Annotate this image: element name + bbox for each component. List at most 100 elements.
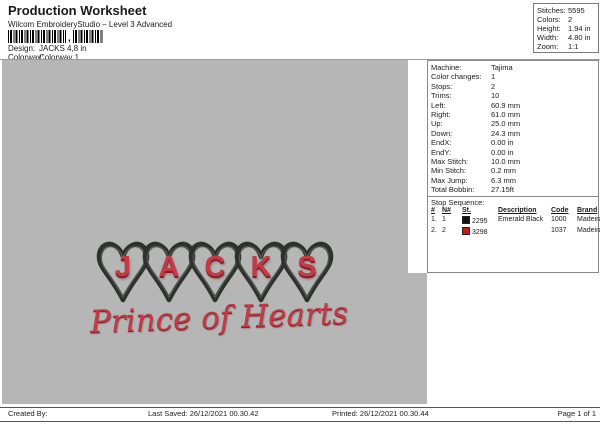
machine-spec-row: Min Stitch: 0.2 mm <box>431 166 598 175</box>
machine-spec-value: 0.00 in <box>491 138 514 148</box>
machine-spec-row: Stops: 2 <box>431 82 598 91</box>
thread-code: 1000 <box>551 216 567 224</box>
last-saved-timestamp: Last Saved: 26/12/2021 00.30.42 <box>148 409 259 418</box>
thread-code: 1037 <box>551 226 567 234</box>
machine-spec-label: Right: <box>431 109 451 119</box>
footer-bottom-divider <box>0 421 600 422</box>
machine-spec-row: Right: 61.0 mm <box>431 110 598 119</box>
summary-label: Zoom: <box>537 42 559 52</box>
machine-spec-value: 60.9 mm <box>491 100 521 110</box>
machine-spec-row: Total Bobbin: 27.15ft <box>431 185 598 194</box>
machine-spec-value: 6.3 mm <box>491 175 517 185</box>
machine-spec-row: Left: 60.9 mm <box>431 101 598 110</box>
machine-spec-label: Min Stitch: <box>431 166 467 176</box>
page-number: Page 1 of 1 <box>557 409 596 418</box>
machine-spec-label: Up: <box>431 119 443 129</box>
stop-column-header: Brand <box>577 207 598 215</box>
machine-spec-value: 25.0 mm <box>491 119 521 129</box>
printed-timestamp: Printed: 26/12/2021 00.30.44 <box>332 409 429 418</box>
machine-spec-row: EndY: 0.00 in <box>431 148 598 157</box>
stop-column-header: Code <box>551 207 569 215</box>
stop-column-header: St. <box>462 207 471 215</box>
page-title: Production Worksheet <box>8 3 147 18</box>
summary-value: 1.94 in <box>568 24 591 34</box>
hearts-design: JACKS <box>95 238 334 304</box>
barcode-separator: , <box>68 33 71 44</box>
design-value: JACKS 4,8 in <box>39 44 87 53</box>
heart-letter: S <box>297 251 317 283</box>
summary-label: Stitches: <box>537 6 566 15</box>
machine-spec-value: 0.2 mm <box>491 166 517 176</box>
design-label: Design: <box>8 44 36 53</box>
machine-spec-row: Max Stitch: 10.0 mm <box>431 157 598 166</box>
app-version-subtitle: Wilcom EmbroideryStudio – Level 3 Advanc… <box>8 20 173 29</box>
machine-spec-row: Up: 25.0 mm <box>431 119 598 128</box>
stop-row-number: 2. <box>431 226 437 234</box>
production-worksheet-page: { "header": { "title": "Production Works… <box>0 0 600 424</box>
summary-row: Width: 4.80 in <box>537 33 598 42</box>
thread-color-swatch <box>462 226 470 235</box>
machine-spec-value: 10.0 mm <box>491 156 521 166</box>
thread-description <box>498 227 551 238</box>
barcode-icon: , <box>8 30 103 44</box>
stop-column-header: # <box>431 207 435 215</box>
machine-spec-row: Machine: Tajima <box>431 63 598 72</box>
summary-row: Colors: 2 <box>537 15 598 24</box>
machine-spec-value: Tajima <box>491 63 513 72</box>
summary-value: 2 <box>568 15 573 25</box>
machine-spec-row: Down: 24.3 mm <box>431 129 598 138</box>
machine-spec-label: Left: <box>431 100 446 110</box>
machine-spec-label: Stops: <box>431 81 453 91</box>
stop-sequence-section: Stop Sequence: # N# St. Description Code Bran… <box>428 196 600 238</box>
machine-spec-label: Down: <box>431 128 453 138</box>
summary-value: 5595 <box>568 6 585 15</box>
summary-row: Zoom: 1:1 <box>537 42 598 51</box>
machine-spec-value: 1 <box>491 72 496 82</box>
thread-brand: Madeira Classic 40 <box>577 216 600 224</box>
stop-column-header: N# <box>442 207 451 215</box>
machine-spec-row: Max Jump: 6.3 mm <box>431 176 598 185</box>
machine-spec-row: Color changes: 1 <box>431 72 598 81</box>
machine-spec-value: 10 <box>491 91 500 101</box>
thread-color-swatch <box>462 216 470 225</box>
summary-value: 4.80 in <box>568 33 591 43</box>
summary-row: Stitches: 5595 <box>537 6 598 15</box>
barcode-bars-right <box>72 30 103 43</box>
footer-divider <box>0 407 600 408</box>
machine-spec-value: 2 <box>491 81 496 91</box>
machine-spec-label: Machine: <box>431 63 462 72</box>
stop-column-header: Description <box>498 207 537 215</box>
machine-spec-label: Max Stitch: <box>431 156 469 166</box>
thread-description: Emerald Black <box>498 216 544 224</box>
stop-row-number: 1. <box>431 216 437 224</box>
machine-spec-label: EndY: <box>431 147 452 157</box>
summary-row: Height: 1.94 in <box>537 24 598 33</box>
stop-needle-number: 1 <box>442 216 446 224</box>
machine-spec-label: Color changes: <box>431 72 482 82</box>
stop-sequence-title: Stop Sequence: <box>431 198 485 208</box>
machine-spec-value: 0.00 in <box>491 147 514 157</box>
design-name-row: Design: JACKS 4,8 in <box>8 44 87 53</box>
stop-stitch-cell: 3298 <box>462 226 498 238</box>
barcode-bars-left <box>8 30 66 43</box>
created-by-label: Created By: <box>8 409 48 418</box>
machine-spec-label: Max Jump: <box>431 175 468 185</box>
summary-label: Width: <box>537 33 559 43</box>
machine-spec-value: 61.0 mm <box>491 109 521 119</box>
design-summary-box: Stitches: 5595 Colors: 2 Height: 1.94 in Width… <box>533 3 599 53</box>
machine-spec-label: Total Bobbin: <box>431 185 475 195</box>
stop-sequence-table: # N# St. Description Code Brand 1. 1 2295 Emerald… <box>431 207 600 238</box>
machine-spec-value: 27.15ft <box>491 185 514 195</box>
machine-spec-row: EndX: 0.00 in <box>431 138 598 147</box>
machine-info-panel: Machine: Tajima Color changes: 1 Stops: 2 Trim… <box>427 60 600 273</box>
summary-label: Height: <box>537 24 561 34</box>
machine-spec-value: 24.3 mm <box>491 128 521 138</box>
machine-spec-label: EndX: <box>431 138 452 148</box>
summary-value: 1:1 <box>568 42 579 52</box>
stop-stitch-cell: 2295 <box>462 216 498 227</box>
summary-label: Colors: <box>537 15 561 25</box>
machine-spec-row: Trims: 10 <box>431 91 598 100</box>
machine-spec-label: Trims: <box>431 91 452 101</box>
thread-brand: Madeira Classic 40 <box>577 226 600 234</box>
heart-shape: S <box>279 238 335 304</box>
